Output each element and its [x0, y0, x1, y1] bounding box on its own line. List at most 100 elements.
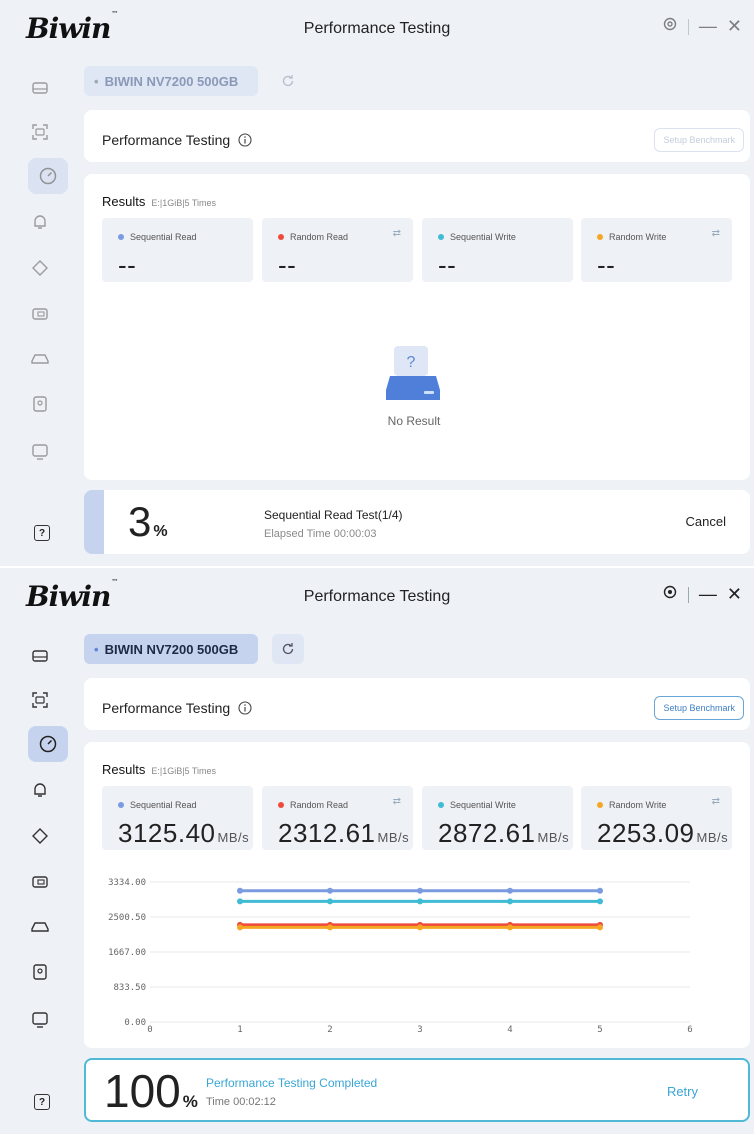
- data-point: [417, 924, 423, 931]
- elapsed-time: Time 00:02:12: [206, 1096, 276, 1108]
- device-name: BIWIN NV7200 500GB: [104, 73, 239, 89]
- help-icon[interactable]: ?: [34, 525, 50, 541]
- monitor-icon[interactable]: [26, 438, 54, 466]
- minimize-icon[interactable]: —: [699, 16, 717, 37]
- bullet-icon: •: [94, 73, 99, 89]
- data-point: [597, 924, 603, 931]
- metric-value: 3125.40 MB/s: [118, 818, 249, 849]
- drive-info-icon[interactable]: [26, 642, 54, 670]
- legend-dot: [118, 802, 124, 808]
- metric-value: 2312.61 MB/s: [278, 818, 409, 849]
- erase-icon[interactable]: [26, 254, 54, 282]
- window-controls: — ✕: [662, 584, 742, 605]
- data-point: [327, 887, 333, 894]
- settings-icon[interactable]: [662, 16, 678, 37]
- close-icon[interactable]: ✕: [727, 16, 742, 37]
- swap-icon[interactable]: ⇄: [393, 228, 401, 239]
- metric-seq-write: Sequential Write 2872.61 MB/s: [422, 786, 573, 850]
- y-tick-label: 1667.00: [108, 948, 146, 958]
- swap-icon[interactable]: ⇄: [393, 796, 401, 807]
- x-tick-label: 0: [147, 1025, 152, 1035]
- data-point: [507, 924, 513, 931]
- data-point: [237, 887, 243, 894]
- info-icon[interactable]: [238, 701, 252, 715]
- refresh-button[interactable]: [272, 634, 304, 664]
- migrate-icon[interactable]: [26, 344, 54, 372]
- panel-title-text: Performance Testing: [102, 132, 231, 148]
- firmware-icon[interactable]: [26, 390, 54, 418]
- retry-button[interactable]: Retry: [667, 1084, 698, 1099]
- divider: [687, 18, 689, 35]
- window-controls: — ✕: [662, 16, 742, 37]
- setup-benchmark-button[interactable]: Setup Benchmark: [654, 128, 744, 152]
- results-title: Results E:|1GiB|5 Times: [102, 762, 216, 777]
- panel-title: Performance Testing: [102, 132, 252, 148]
- alert-bell-icon[interactable]: [26, 208, 54, 236]
- elapsed-time: Elapsed Time 00:00:03: [264, 528, 377, 540]
- data-point: [237, 924, 243, 931]
- y-tick-label: 0.00: [124, 1018, 146, 1028]
- metric-name: Sequential Write: [450, 800, 516, 810]
- health-scan-icon[interactable]: [26, 118, 54, 146]
- data-point: [237, 898, 243, 905]
- sidebar: [0, 58, 68, 566]
- firmware-icon[interactable]: [26, 958, 54, 986]
- device-selector[interactable]: • BIWIN NV7200 500GB: [84, 66, 259, 96]
- close-icon[interactable]: ✕: [727, 584, 742, 605]
- title-bar: Biwin™ Performance Testing — ✕: [0, 568, 754, 626]
- metric-unit: MB/s: [377, 830, 410, 845]
- metric-value: --: [438, 250, 457, 280]
- data-point: [507, 887, 513, 894]
- cancel-button[interactable]: Cancel: [686, 514, 726, 529]
- info-icon[interactable]: [238, 133, 252, 147]
- clone-icon[interactable]: [26, 300, 54, 328]
- setup-benchmark-button[interactable]: Setup Benchmark: [654, 696, 744, 720]
- migrate-icon[interactable]: [26, 912, 54, 940]
- refresh-button[interactable]: [272, 66, 304, 96]
- metric-name: Random Write: [609, 800, 667, 810]
- settings-icon[interactable]: [662, 584, 678, 605]
- help-icon[interactable]: ?: [34, 1094, 50, 1110]
- metric-value: 2872.61 MB/s: [438, 818, 569, 849]
- x-tick-label: 4: [507, 1025, 512, 1035]
- percent-sign: %: [182, 1092, 198, 1111]
- results-meta: E:|1GiB|5 Times: [151, 766, 217, 776]
- refresh-icon: [282, 75, 294, 87]
- metric-value: --: [118, 250, 137, 280]
- sidebar: [0, 626, 68, 1134]
- percent-sign: %: [153, 523, 168, 540]
- metric-number: 2312.61: [278, 818, 376, 848]
- panel-header: Performance Testing Setup Benchmark: [84, 110, 750, 162]
- metric-number: 3125.40: [118, 818, 216, 848]
- results-meta: E:|1GiB|5 Times: [151, 198, 217, 208]
- legend-dot: [278, 234, 284, 240]
- data-point: [507, 898, 513, 905]
- data-point: [327, 898, 333, 905]
- performance-gauge-icon[interactable]: [28, 726, 68, 762]
- health-scan-icon[interactable]: [26, 686, 54, 714]
- percent-value: 3: [128, 498, 152, 545]
- progress-percent: 3%: [128, 498, 168, 546]
- divider: [687, 586, 689, 603]
- percent-value: 100: [104, 1065, 181, 1117]
- performance-line-chart: 3334.00 2500.50 1667.00 833.50 0.000 1 2 3 4 5 6: [108, 878, 693, 1035]
- alert-bell-icon[interactable]: [26, 776, 54, 804]
- device-selector[interactable]: • BIWIN NV7200 500GB: [84, 634, 259, 664]
- refresh-icon: [282, 643, 294, 655]
- title-bar: Biwin™ Performance Testing — ✕: [0, 0, 754, 58]
- drive-info-icon[interactable]: [26, 74, 54, 102]
- progress-panel: 100% Performance Testing Completed Time …: [84, 1058, 750, 1122]
- performance-gauge-icon[interactable]: [28, 158, 68, 194]
- swap-icon[interactable]: ⇄: [712, 228, 720, 239]
- erase-icon[interactable]: [26, 822, 54, 850]
- monitor-icon[interactable]: [26, 1006, 54, 1034]
- swap-icon[interactable]: ⇄: [712, 796, 720, 807]
- minimize-icon[interactable]: —: [699, 584, 717, 605]
- metric-rand-write: Random Write ⇄ --: [581, 218, 732, 282]
- legend-dot: [597, 802, 603, 808]
- clone-icon[interactable]: [26, 868, 54, 896]
- window-title: Performance Testing: [303, 588, 451, 605]
- panel-header: Performance Testing Setup Benchmark: [84, 678, 750, 730]
- x-tick-label: 3: [417, 1025, 422, 1035]
- legend-dot: [278, 802, 284, 808]
